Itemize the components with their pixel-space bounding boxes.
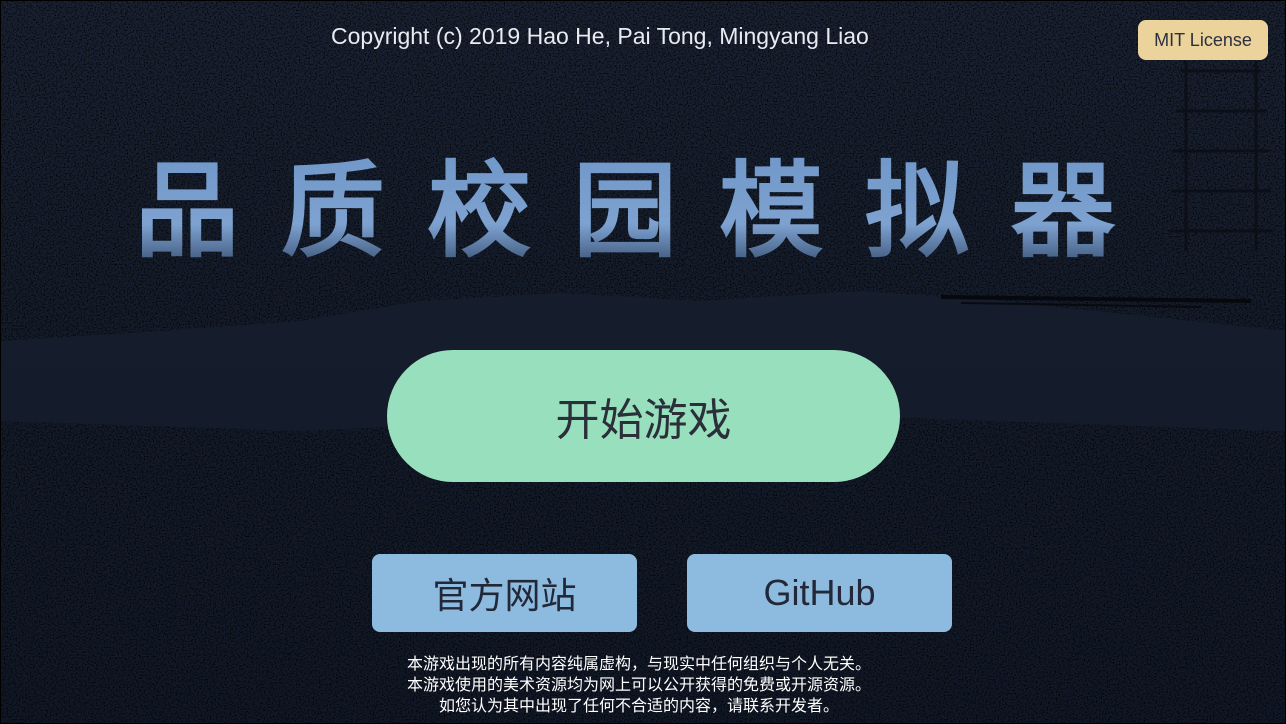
disclaimer-line: 本游戏出现的所有内容纯属虚构，与现实中任何组织与个人无关。	[406, 654, 871, 673]
disclaimer-line: 如您认为其中出现了任何不合适的内容，请联系开发者。	[438, 696, 839, 715]
official-website-button[interactable]: 官方网站	[372, 554, 637, 632]
mit-license-button[interactable]: MIT License	[1138, 20, 1268, 60]
github-button[interactable]: GitHub	[687, 554, 952, 632]
start-game-button[interactable]: 开始游戏	[387, 350, 900, 482]
disclaimer-line: 本游戏使用的美术资源均为网上可以公开获得的免费或开源资源。	[406, 675, 871, 694]
disclaimer: 本游戏出现的所有内容纯属虚构，与现实中任何组织与个人无关。 本游戏使用的美术资源…	[1, 653, 1277, 716]
copyright-text: Copyright (c) 2019 Hao He, Pai Tong, Min…	[331, 23, 869, 49]
title-screen: Copyright (c) 2019 Hao He, Pai Tong, Min…	[0, 0, 1286, 724]
game-title: 品质校园模拟器	[1, 149, 1285, 274]
